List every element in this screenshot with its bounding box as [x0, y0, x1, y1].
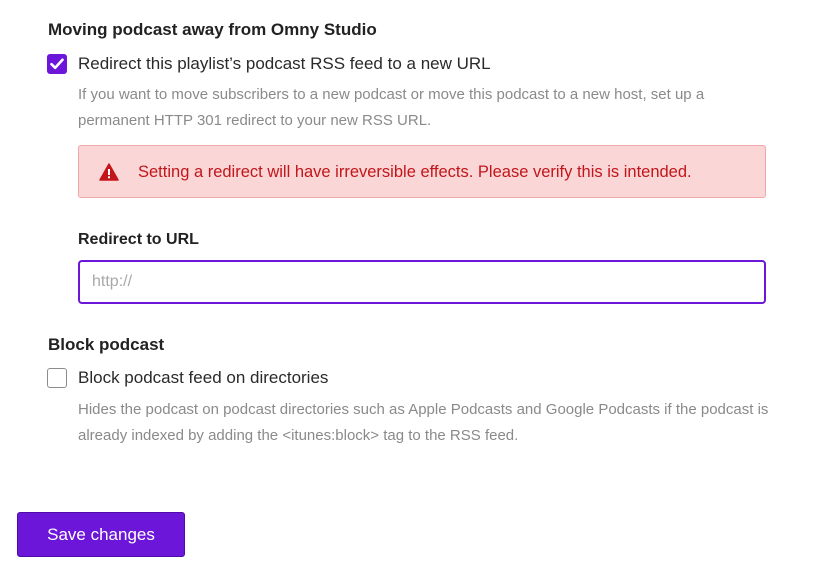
save-changes-button[interactable]: Save changes	[17, 512, 185, 557]
block-feed-checkbox-label[interactable]: Block podcast feed on directories	[78, 367, 328, 389]
redirect-warning-text: Setting a redirect will have irreversibl…	[138, 162, 692, 181]
block-help-text: Hides the podcast on podcast directories…	[78, 401, 769, 444]
block-feed-checkbox-row[interactable]: Block podcast feed on directories	[47, 367, 328, 389]
redirect-section-title: Moving podcast away from Omny Studio	[48, 20, 377, 39]
warning-triangle-icon	[99, 162, 119, 181]
redirect-warning-alert: Setting a redirect will have irreversibl…	[78, 145, 766, 198]
check-icon	[50, 58, 64, 70]
redirect-url-label: Redirect to URL	[78, 231, 199, 248]
redirect-feed-checkbox-row[interactable]: Redirect this playlist’s podcast RSS fee…	[47, 53, 491, 75]
redirect-url-input[interactable]	[78, 260, 766, 304]
block-section-title: Block podcast	[48, 335, 165, 354]
podcast-settings-page: Moving podcast away from Omny Studio Red…	[0, 0, 814, 578]
redirect-feed-checkbox-label[interactable]: Redirect this playlist’s podcast RSS fee…	[78, 53, 491, 75]
redirect-feed-checkbox[interactable]	[47, 54, 67, 74]
block-feed-checkbox[interactable]	[47, 368, 67, 388]
redirect-help-text: If you want to move subscribers to a new…	[78, 86, 705, 129]
